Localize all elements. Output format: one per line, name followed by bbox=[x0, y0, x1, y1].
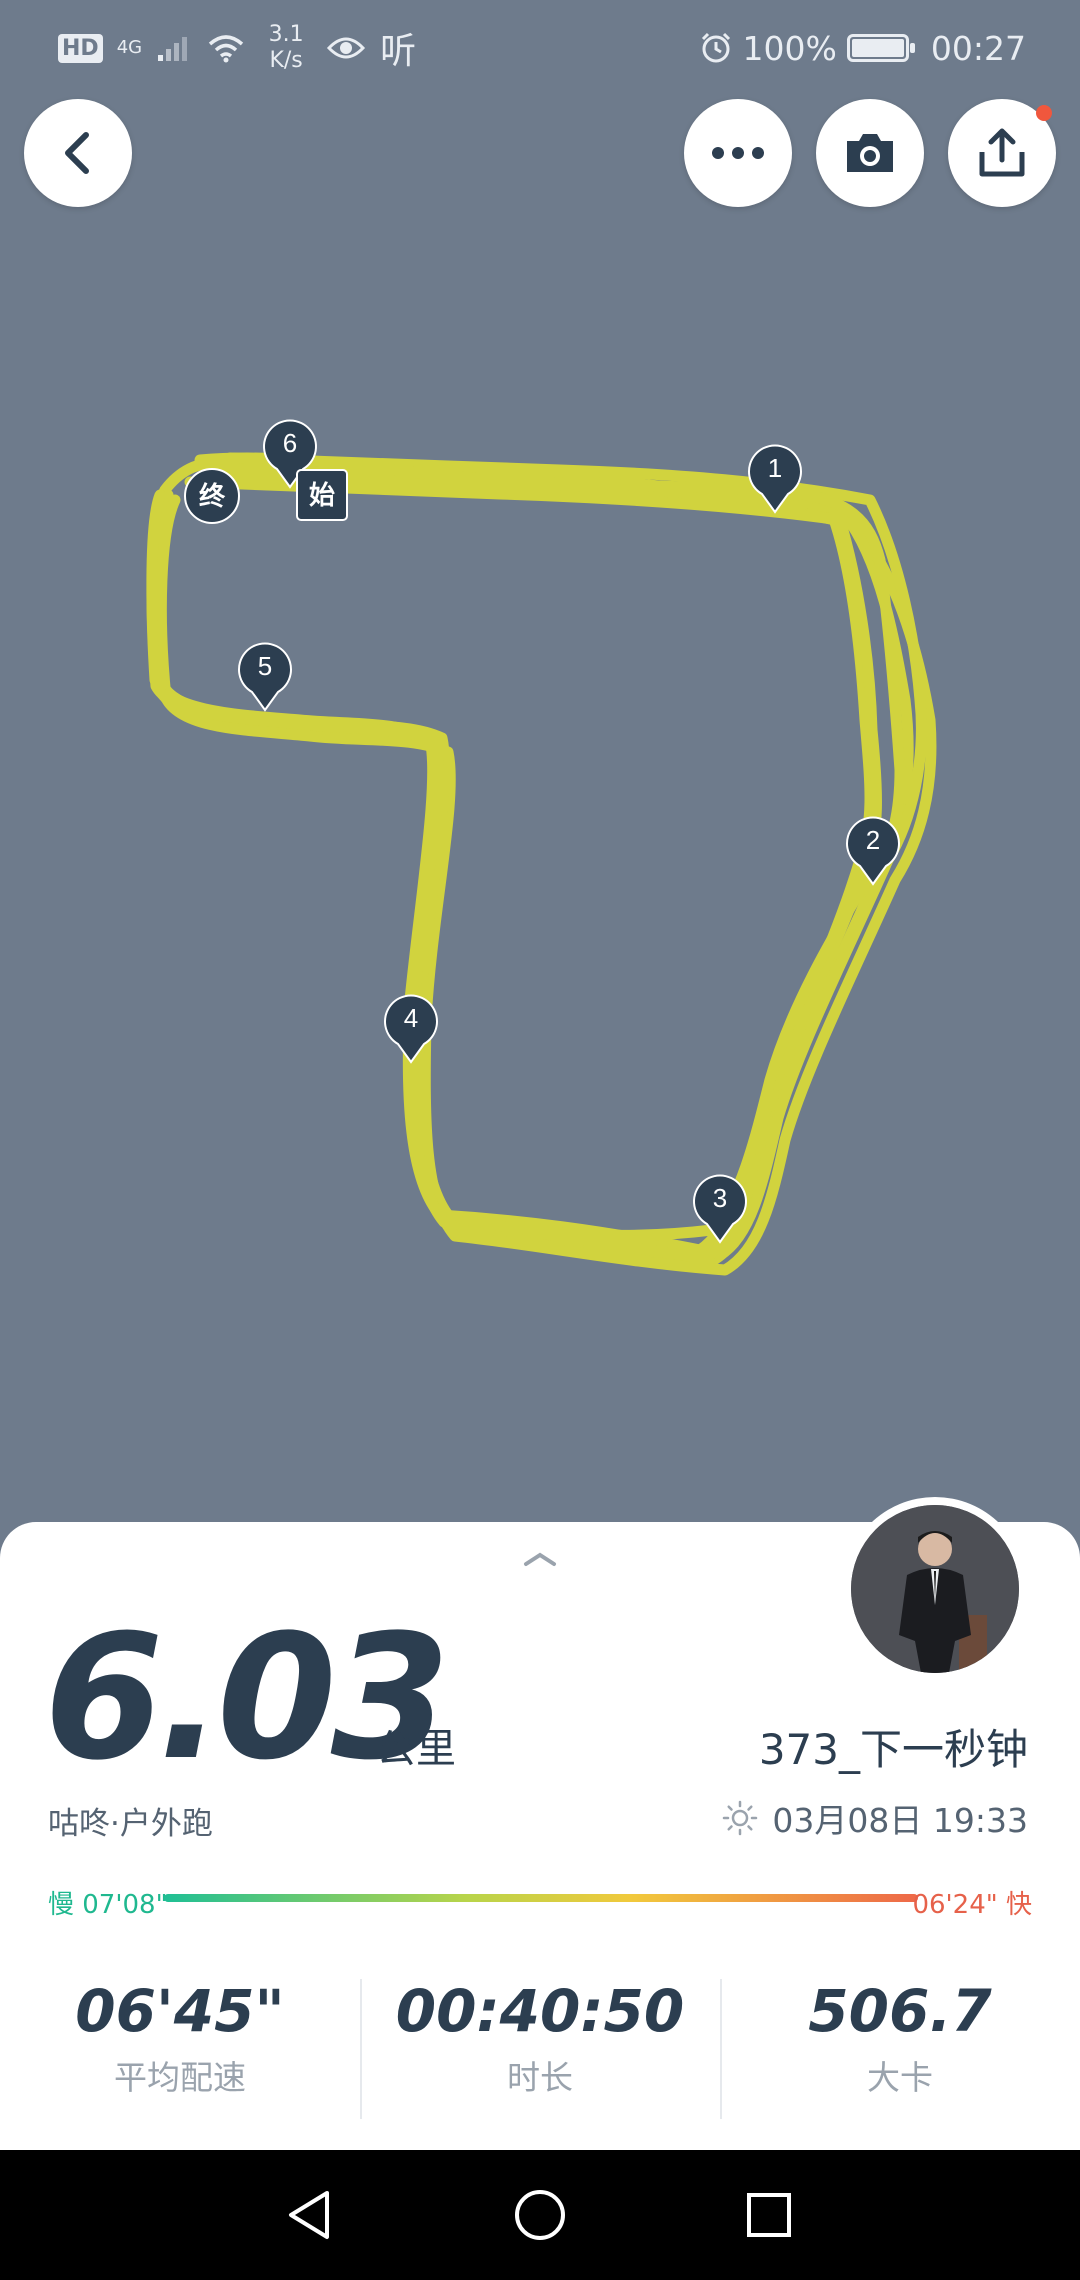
stat-calories: 506.7 大卡 bbox=[720, 1957, 1080, 2119]
nav-recent-button[interactable] bbox=[737, 2183, 801, 2247]
pace-range: 慢 07'08" 06'24" 快 bbox=[48, 1880, 1032, 1920]
pace-fast-label: 06'24" 快 bbox=[912, 1890, 1032, 1920]
expand-handle-icon[interactable] bbox=[522, 1550, 558, 1570]
km-marker-label: 4 bbox=[404, 1003, 418, 1033]
system-nav-bar bbox=[0, 2150, 1080, 2280]
avatar-photo bbox=[851, 1505, 1019, 1673]
speed-unit: K/s bbox=[269, 48, 303, 73]
camera-icon bbox=[847, 134, 893, 172]
clock: 00:27 bbox=[930, 28, 1026, 68]
stat-avg-pace: 06'45" 平均配速 bbox=[0, 1957, 360, 2107]
more-button[interactable] bbox=[684, 99, 792, 207]
pace-slow-label: 慢 07'08" bbox=[48, 1890, 168, 1920]
sport-type: 咕咚·户外跑 bbox=[48, 1806, 213, 1842]
km-marker-label: 3 bbox=[713, 1183, 727, 1213]
sun-icon bbox=[723, 1800, 758, 1836]
date-text: 03月08日 19:33 bbox=[772, 1801, 1028, 1840]
network-speed: 3.1 K/s bbox=[260, 22, 312, 74]
status-bar: HD 4G 3.1 K/s 听 100% 00:27 bbox=[0, 0, 1080, 90]
alarm-icon bbox=[701, 32, 730, 63]
square-recents-icon bbox=[747, 2193, 791, 2237]
km-marker-label: 5 bbox=[258, 651, 272, 681]
chevron-left-icon bbox=[65, 132, 89, 174]
stat-value: 06'45" bbox=[75, 1977, 285, 2045]
eye-icon bbox=[327, 37, 366, 59]
speed-value: 3.1 bbox=[268, 22, 304, 47]
activity-date: 03月08日 19:33 bbox=[722, 1794, 1028, 1842]
network-type: 4G bbox=[116, 37, 143, 58]
km-marker-label: 2 bbox=[866, 825, 880, 855]
share-button[interactable] bbox=[948, 99, 1056, 207]
stat-label: 时长 bbox=[507, 2058, 573, 2097]
signal-icon bbox=[158, 37, 188, 61]
triangle-back-icon bbox=[289, 2191, 329, 2239]
avatar[interactable] bbox=[843, 1497, 1027, 1681]
distance-unit: 公里 bbox=[376, 1726, 456, 1772]
end-marker[interactable]: 终 bbox=[184, 468, 240, 524]
stat-label: 大卡 bbox=[867, 2058, 933, 2097]
more-dots-icon bbox=[712, 147, 764, 159]
share-upload-icon bbox=[979, 128, 1025, 177]
km-marker-label: 6 bbox=[283, 428, 297, 458]
end-marker-label: 终 bbox=[199, 481, 226, 512]
battery-percent: 100% bbox=[742, 28, 837, 68]
stat-value: 00:40:50 bbox=[395, 1977, 685, 2045]
battery-icon bbox=[846, 34, 915, 62]
wifi-icon bbox=[208, 35, 244, 63]
stat-duration: 00:40:50 时长 bbox=[360, 1957, 720, 2119]
username[interactable]: 373_下一秒钟 bbox=[759, 1716, 1028, 1777]
stat-value: 506.7 bbox=[808, 1977, 992, 2045]
start-marker[interactable]: 始 bbox=[296, 469, 348, 521]
nav-home-button[interactable] bbox=[508, 2183, 572, 2247]
route-map[interactable]: 1 2 3 4 5 6 终 始 bbox=[0, 0, 1080, 1530]
km-marker-label: 1 bbox=[768, 453, 782, 483]
status-left: HD 4G 3.1 K/s 听 bbox=[58, 18, 416, 78]
pace-gradient-bar bbox=[164, 1894, 918, 1902]
stats-row: 06'45" 平均配速 00:40:50 时长 506.7 大卡 bbox=[0, 1957, 1080, 2119]
circle-home-icon bbox=[515, 2190, 565, 2240]
hd-badge: HD bbox=[58, 33, 103, 63]
listen-indicator: 听 bbox=[380, 31, 417, 72]
nav-back-button[interactable] bbox=[277, 2183, 341, 2247]
status-right: 100% 00:27 bbox=[699, 18, 1026, 78]
camera-button[interactable] bbox=[816, 99, 924, 207]
notification-dot bbox=[1036, 105, 1052, 121]
back-button[interactable] bbox=[24, 99, 132, 207]
person-silhouette-icon bbox=[851, 1505, 1019, 1673]
start-marker-label: 始 bbox=[309, 481, 335, 511]
stat-label: 平均配速 bbox=[114, 2058, 246, 2097]
